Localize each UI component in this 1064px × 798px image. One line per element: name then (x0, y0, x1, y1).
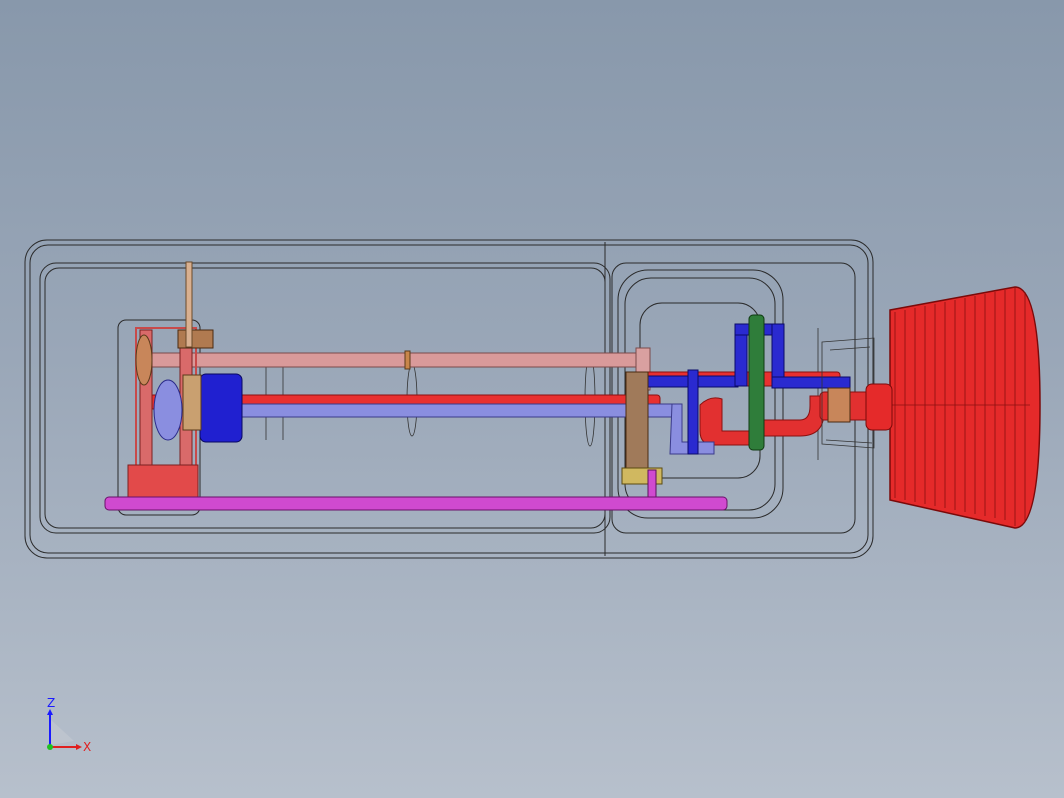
magenta-rod[interactable] (104, 496, 728, 511)
cad-model[interactable] (0, 0, 1064, 798)
axis-triad: Z X (47, 697, 91, 754)
z-axis-label: Z (47, 697, 55, 710)
cad-viewport[interactable]: Z X (0, 0, 1064, 798)
origin-dot (47, 744, 53, 750)
triad-plane (50, 719, 74, 745)
x-axis-label: X (83, 740, 91, 754)
green-plate[interactable] (748, 314, 765, 451)
red-fan[interactable] (865, 286, 1041, 529)
x-arrow-icon (76, 744, 82, 750)
blue-cylinder[interactable] (199, 373, 243, 443)
